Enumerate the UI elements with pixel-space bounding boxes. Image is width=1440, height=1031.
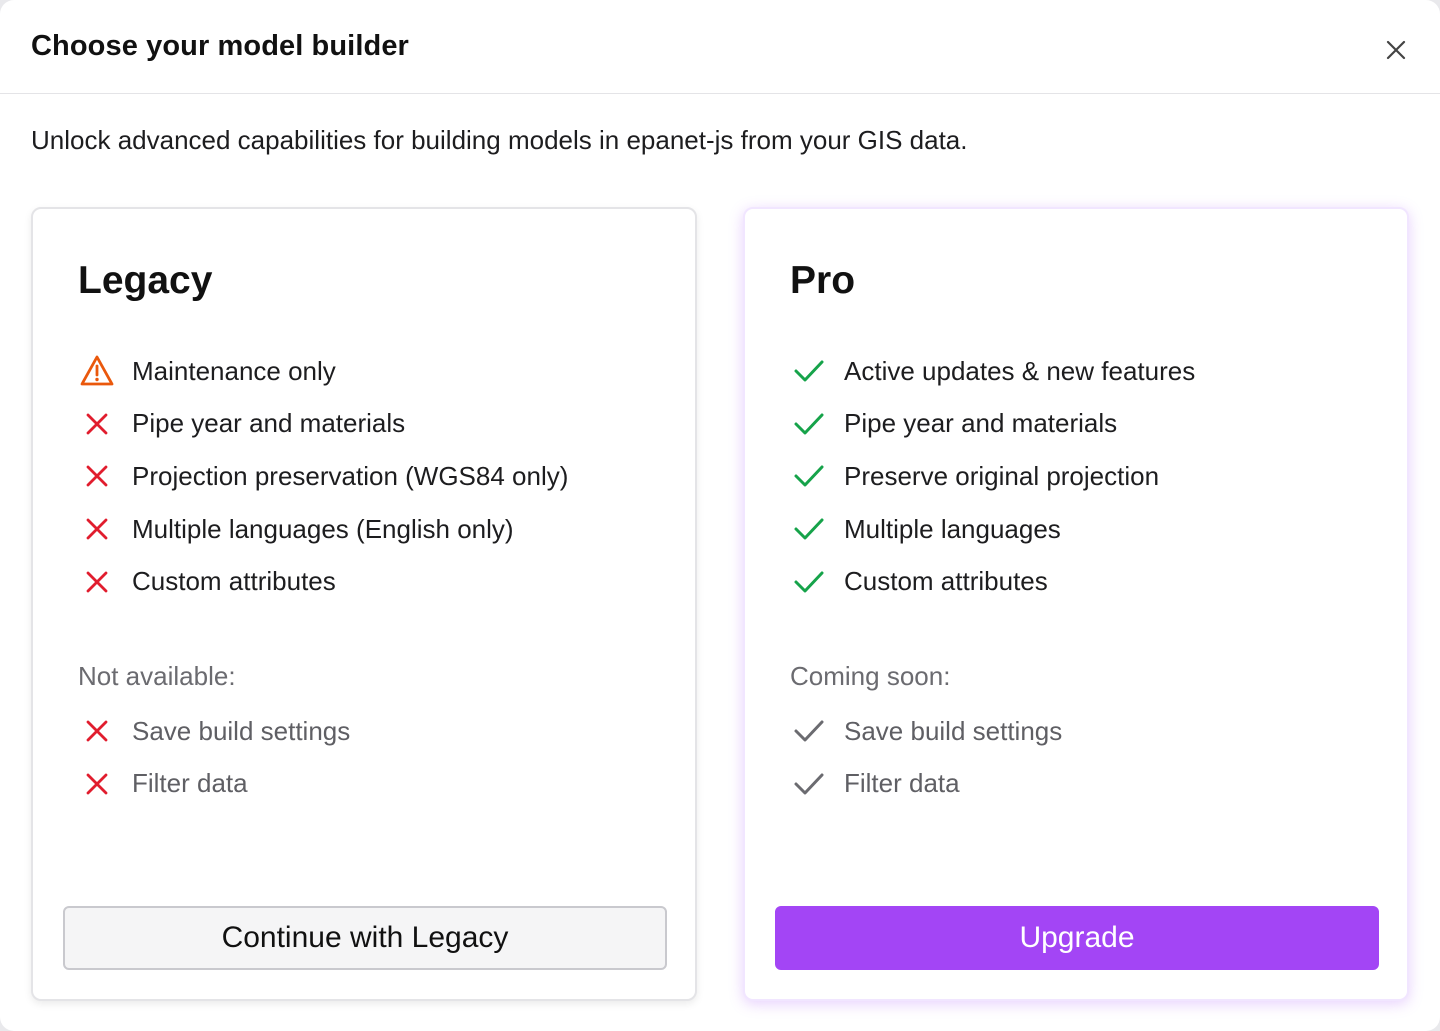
feature-label: Multiple languages (English only) <box>132 513 514 544</box>
feature-label: Maintenance only <box>132 355 336 386</box>
check-icon <box>790 712 828 750</box>
close-icon <box>1386 40 1406 60</box>
pro-coming-soon-feature: Save build settings <box>790 705 1062 758</box>
x-icon <box>78 563 116 601</box>
warning-icon <box>78 352 116 390</box>
check-icon <box>790 510 828 548</box>
not-available-label: Not available: <box>78 661 236 691</box>
dialog-header: Choose your model builder <box>0 0 1440 94</box>
legacy-unavailable-list: Save build settings Filter data <box>78 705 350 810</box>
pro-feature: Active updates & new features <box>790 345 1195 398</box>
pro-card-title: Pro <box>790 259 856 302</box>
legacy-feature: Projection preservation (WGS84 only) <box>78 450 568 503</box>
pro-feature-list: Active updates & new features Pipe year … <box>790 345 1195 608</box>
feature-label: Filter data <box>132 768 248 799</box>
pro-feature: Pipe year and materials <box>790 398 1195 451</box>
check-icon <box>790 457 828 495</box>
legacy-feature: Maintenance only <box>78 345 568 398</box>
x-icon <box>78 457 116 495</box>
dialog-title: Choose your model builder <box>31 30 409 62</box>
feature-label: Pipe year and materials <box>132 408 406 439</box>
check-icon <box>790 765 828 803</box>
feature-label: Save build settings <box>132 715 351 746</box>
pro-feature: Preserve original projection <box>790 450 1195 503</box>
feature-label: Projection preservation (WGS84 only) <box>132 460 569 491</box>
legacy-unavailable-feature: Save build settings <box>78 705 350 758</box>
pro-feature: Custom attributes <box>790 555 1195 608</box>
legacy-feature: Custom attributes <box>78 555 568 608</box>
check-icon <box>790 563 828 601</box>
coming-soon-label: Coming soon: <box>790 661 951 691</box>
feature-label: Multiple languages <box>844 513 1061 544</box>
legacy-feature-list: Maintenance only Pipe year and materials… <box>78 345 568 608</box>
close-button[interactable] <box>1380 34 1412 66</box>
feature-label: Pipe year and materials <box>844 408 1118 439</box>
legacy-feature: Pipe year and materials <box>78 398 568 451</box>
check-icon <box>790 405 828 443</box>
legacy-plan-card: Legacy Maintenance only Pipe year and ma… <box>31 207 697 1001</box>
upgrade-button[interactable]: Upgrade <box>775 906 1379 970</box>
pro-coming-soon-list: Save build settings Filter data <box>790 705 1062 810</box>
pro-feature: Multiple languages <box>790 503 1195 556</box>
legacy-card-title: Legacy <box>78 259 213 302</box>
x-icon <box>78 510 116 548</box>
feature-label: Save build settings <box>844 715 1063 746</box>
check-icon <box>790 352 828 390</box>
dialog-description: Unlock advanced capabilities for buildin… <box>31 125 968 155</box>
feature-label: Preserve original projection <box>844 460 1160 491</box>
pro-coming-soon-feature: Filter data <box>790 758 1062 811</box>
x-icon <box>78 765 116 803</box>
legacy-unavailable-feature: Filter data <box>78 758 350 811</box>
legacy-feature: Multiple languages (English only) <box>78 503 568 556</box>
x-icon <box>78 712 116 750</box>
feature-label: Custom attributes <box>844 566 1048 597</box>
feature-label: Custom attributes <box>132 566 336 597</box>
model-builder-dialog: Choose your model builder Unlock advance… <box>0 0 1440 1031</box>
feature-label: Active updates & new features <box>844 355 1196 386</box>
x-icon <box>78 405 116 443</box>
continue-with-legacy-button[interactable]: Continue with Legacy <box>63 906 667 970</box>
feature-label: Filter data <box>844 768 960 799</box>
pro-plan-card: Pro Active updates & new features Pipe y… <box>743 207 1409 1001</box>
